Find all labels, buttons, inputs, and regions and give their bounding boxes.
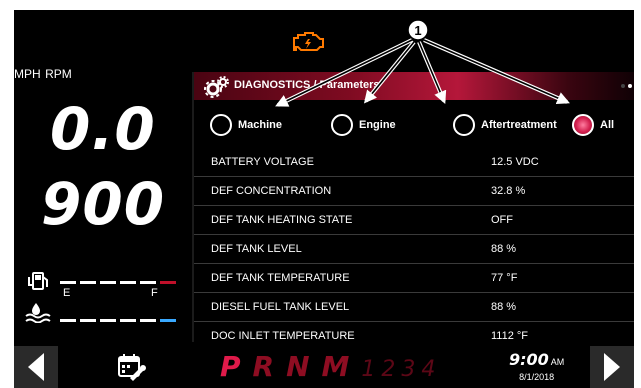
table-row[interactable]: DEF TANK HEATING STATE OFF <box>194 206 634 235</box>
nav-forward-button[interactable] <box>590 346 634 388</box>
rpm-unit: RPM <box>45 67 72 81</box>
filter-label: Engine <box>359 119 396 131</box>
filter-machine[interactable]: Machine <box>210 114 282 136</box>
parameter-name: DEF TANK HEATING STATE <box>211 214 353 226</box>
page-title: DIAGNOSTICS / Parameters <box>234 79 380 91</box>
bottom-bar: P R N M 1 2 3 4 9:00 AM 8/1/2018 <box>14 346 634 388</box>
table-row[interactable]: DEF CONCENTRATION 32.8 % <box>194 177 634 206</box>
parameter-table: BATTERY VOLTAGE 12.5 VDC DEF CONCENTRATIO… <box>194 148 634 351</box>
radio-button[interactable] <box>210 114 232 136</box>
page-indicator <box>621 84 632 88</box>
gear-m: M <box>321 350 350 383</box>
radio-button[interactable] <box>331 114 353 136</box>
filter-radio-group: Machine Engine Aftertreatment All <box>210 114 634 142</box>
filter-aftertreatment[interactable]: Aftertreatment <box>453 114 557 136</box>
filter-engine[interactable]: Engine <box>331 114 396 136</box>
gear-number: 2 <box>381 357 396 382</box>
check-engine-icon <box>293 32 324 51</box>
speed-value: 0.0 <box>50 95 156 163</box>
gear-active: P <box>220 350 241 383</box>
fuel-level-bar <box>60 281 176 284</box>
page-header: DIAGNOSTICS / Parameters <box>194 72 634 100</box>
clock: 9:00 AM 8/1/2018 <box>509 350 564 382</box>
filter-all[interactable]: All <box>572 114 614 136</box>
table-row[interactable]: DEF TANK LEVEL 88 % <box>194 235 634 264</box>
parameter-value: 32.8 % <box>491 185 526 197</box>
gear-icon <box>204 76 229 98</box>
gear-number: 3 <box>401 357 416 382</box>
parameter-value: 12.5 VDC <box>491 156 539 168</box>
display-screen: DIAGNOSTICS / Parameters 0.0 MPH 900 RPM… <box>14 10 634 388</box>
table-row[interactable]: DEF TANK TEMPERATURE 77 °F <box>194 264 634 293</box>
parameter-name: DEF CONCENTRATION <box>211 185 332 197</box>
speed-unit: MPH <box>14 67 41 81</box>
table-row[interactable]: DIESEL FUEL TANK LEVEL 88 % <box>194 293 634 322</box>
parameter-value: 1112 °F <box>491 330 529 342</box>
right-arrow-icon <box>604 353 620 381</box>
parameter-value: 77 °F <box>491 272 518 284</box>
gear-number: 4 <box>421 357 436 382</box>
left-arrow-icon <box>28 353 44 381</box>
rpm-value: 900 <box>41 170 166 238</box>
table-row[interactable]: BATTERY VOLTAGE 12.5 VDC <box>194 148 634 177</box>
fuel-gauge <box>22 271 192 291</box>
parameter-value: OFF <box>491 214 513 226</box>
parameter-name: DIESEL FUEL TANK LEVEL <box>211 301 350 313</box>
filter-label: Machine <box>238 119 283 131</box>
def-level-bar <box>60 319 176 322</box>
maintenance-calendar-icon[interactable] <box>116 352 146 382</box>
radio-button-selected[interactable] <box>572 114 594 136</box>
parameter-value: 88 % <box>491 243 517 255</box>
clock-date: 8/1/2018 <box>519 372 555 382</box>
fuel-full-label: F <box>151 287 158 299</box>
radio-button[interactable] <box>453 114 475 136</box>
parameter-name: DEF TANK LEVEL <box>211 243 302 255</box>
gear-r: R <box>252 350 275 383</box>
filter-label: All <box>600 119 615 131</box>
nav-back-button[interactable] <box>14 346 58 388</box>
fuel-empty-label: E <box>63 287 71 299</box>
parameter-name: BATTERY VOLTAGE <box>211 156 314 168</box>
gauge-panel: 0.0 MPH 900 RPM E F <box>14 65 192 345</box>
parameter-name: DOC INLET TEMPERATURE <box>211 330 355 342</box>
gear-selector: P R N M 1 2 3 4 <box>220 350 441 383</box>
clock-time: 9:00 <box>509 350 549 369</box>
def-fluid-icon <box>25 303 51 323</box>
fuel-pump-icon <box>28 272 48 290</box>
gear-n: N <box>286 350 310 383</box>
def-gauge <box>22 301 192 323</box>
gear-number: 1 <box>361 357 376 382</box>
clock-ampm: AM <box>550 357 565 367</box>
parameter-name: DEF TANK TEMPERATURE <box>211 272 350 284</box>
parameter-value: 88 % <box>491 301 517 313</box>
filter-label: Aftertreatment <box>481 119 557 131</box>
